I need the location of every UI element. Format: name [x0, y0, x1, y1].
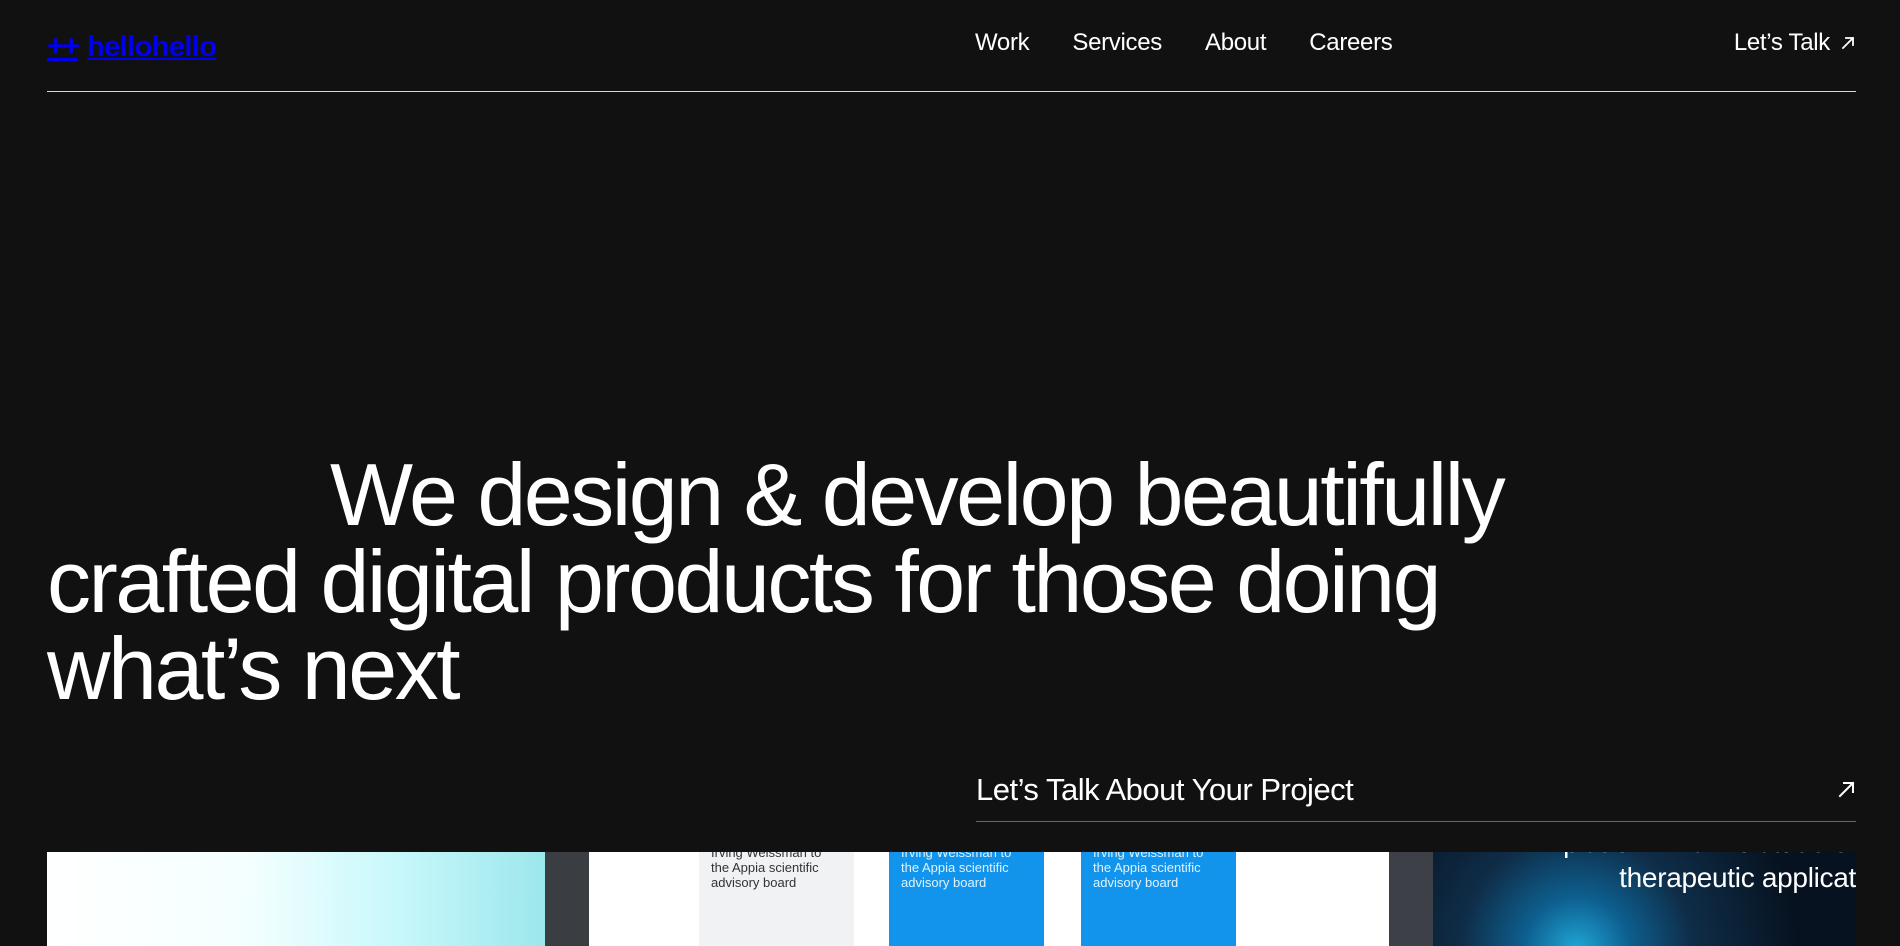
- nav-about-link[interactable]: About: [1205, 29, 1267, 57]
- homepage: ++ hellohello Work Services About Career…: [0, 0, 1900, 946]
- announcement-card: Irving Weissman to the Appia scientific …: [699, 852, 854, 946]
- arrow-up-right-icon: [1840, 35, 1856, 51]
- project-cta-link[interactable]: Let’s Talk About Your Project: [976, 758, 1856, 822]
- showcase-divider-panel: [1389, 852, 1433, 946]
- showcase-card-panel: Irving Weissman to the Appia scientific …: [589, 852, 1389, 946]
- arrow-up-right-icon: [1837, 780, 1856, 799]
- nav-careers-link[interactable]: Careers: [1309, 29, 1393, 57]
- therapeutic-platform-copy: platform – a multitude of therapeutic ap…: [1516, 852, 1856, 895]
- hero-line-1: We design & develop beautifully: [330, 444, 1506, 544]
- primary-navigation: Work Services About Careers: [975, 29, 1393, 57]
- hero-line-3: what’s next: [47, 618, 461, 718]
- therapeutic-platform-panel: platform – a multitude of therapeutic ap…: [1433, 852, 1856, 946]
- nav-services-link[interactable]: Services: [1072, 29, 1162, 57]
- lets-talk-link[interactable]: Let’s Talk: [1734, 29, 1856, 57]
- therapeutic-line-1: platform – a multitude of: [1516, 852, 1856, 860]
- lets-talk-label: Let’s Talk: [1733, 29, 1830, 56]
- announcement-card: Irving Weissman to the Appia scientific …: [1081, 852, 1236, 946]
- plus-logo-icon: ++: [47, 30, 80, 63]
- hero-line-2: crafted digital products for those doing: [47, 531, 1442, 631]
- brand-logo-link[interactable]: ++ hellohello: [47, 27, 217, 67]
- hero-headline: We design & develop beautifully crafted …: [47, 450, 1627, 712]
- showcase-gradient-panel: [47, 852, 545, 946]
- project-cta-label: Let’s Talk About Your Project: [976, 771, 1354, 807]
- announcement-card-text: Irving Weissman to the Appia scientific …: [711, 852, 822, 890]
- showcase-divider-panel: [545, 852, 589, 946]
- therapeutic-line-2: therapeutic applicat: [1619, 862, 1856, 893]
- nav-work-link[interactable]: Work: [975, 29, 1030, 57]
- brand-name: hellohello: [87, 30, 217, 63]
- site-header: ++ hellohello Work Services About Career…: [47, 0, 1856, 92]
- announcement-card: Irving Weissman to the Appia scientific …: [889, 852, 1044, 946]
- announcement-card-text: Irving Weissman to the Appia scientific …: [901, 852, 1012, 890]
- project-showcase-strip[interactable]: Irving Weissman to the Appia scientific …: [47, 852, 1856, 946]
- announcement-card-text: Irving Weissman to the Appia scientific …: [1093, 852, 1204, 890]
